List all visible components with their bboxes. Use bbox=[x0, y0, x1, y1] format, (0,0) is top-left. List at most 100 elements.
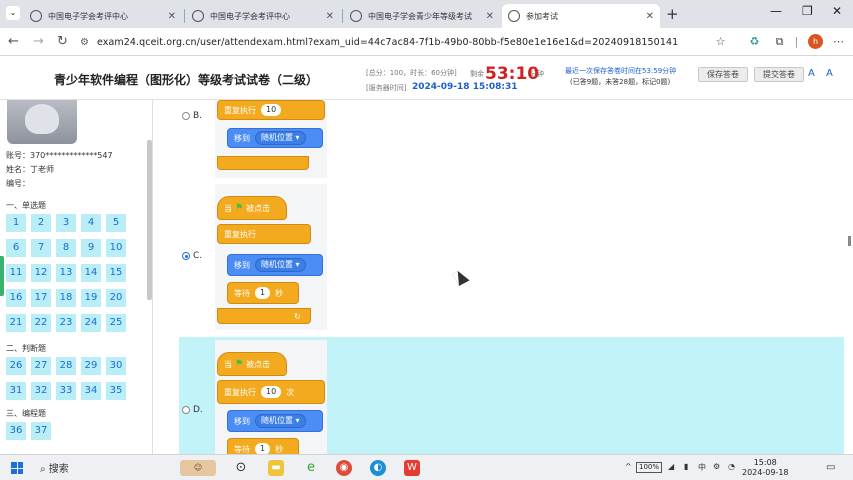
mouse-cursor bbox=[452, 268, 470, 286]
move-to-block: 移到 随机位置 ▾ bbox=[227, 410, 323, 432]
question-nav-button[interactable]: 9 bbox=[81, 239, 101, 257]
edge-icon[interactable]: ◐ bbox=[370, 460, 386, 476]
font-decrease-icon[interactable]: A bbox=[826, 68, 833, 79]
submit-answers-button[interactable]: 提交答卷 bbox=[754, 67, 804, 82]
browser-tab-2[interactable]: 中国电子学会考评中心 ✕ bbox=[186, 4, 340, 28]
page-scrollbar[interactable] bbox=[848, 236, 851, 246]
question-nav-button[interactable]: 32 bbox=[31, 382, 51, 400]
question-nav-button[interactable]: 18 bbox=[56, 289, 76, 307]
window-close-icon[interactable]: ✕ bbox=[832, 4, 842, 18]
question-nav-button[interactable]: 26 bbox=[6, 357, 26, 375]
question-nav-button[interactable]: 17 bbox=[31, 289, 51, 307]
search-lens-icon[interactable]: ⊙ bbox=[233, 460, 249, 476]
option-d-code[interactable]: 当 ⚑ 被点击 重复执行 10 次 移到 随机位置 ▾ 等待 1 秒 bbox=[215, 340, 327, 454]
site-info-icon[interactable]: ⚙ bbox=[80, 37, 89, 48]
question-nav-button[interactable]: 2 bbox=[31, 214, 51, 232]
extension-icon[interactable]: ♻ bbox=[748, 35, 761, 48]
question-nav-button[interactable]: 23 bbox=[56, 314, 76, 332]
more-menu-icon[interactable]: ⋯ bbox=[832, 35, 845, 48]
option-b-code[interactable]: 重复执行 10 移到 随机位置 ▾ bbox=[215, 100, 327, 178]
question-nav-button[interactable]: 24 bbox=[81, 314, 101, 332]
search-icon bbox=[508, 10, 520, 22]
option-b-radio[interactable] bbox=[182, 112, 190, 120]
system-clock[interactable]: 15:08 2024-09-18 bbox=[742, 458, 789, 478]
question-nav-button[interactable]: 5 bbox=[106, 214, 126, 232]
volume-icon[interactable]: ◢ bbox=[668, 462, 674, 471]
question-nav-button[interactable]: 35 bbox=[106, 382, 126, 400]
ie-browser-icon[interactable]: e bbox=[303, 460, 319, 476]
file-explorer-icon[interactable]: ▬ bbox=[268, 460, 284, 476]
question-nav-button[interactable]: 33 bbox=[56, 382, 76, 400]
question-nav-button[interactable]: 36 bbox=[6, 422, 26, 440]
network-icon[interactable]: ◔ bbox=[728, 462, 735, 471]
question-nav-button[interactable]: 1 bbox=[6, 214, 26, 232]
bookmark-star-icon[interactable]: ☆ bbox=[714, 35, 727, 48]
question-nav-button[interactable]: 34 bbox=[81, 382, 101, 400]
browser-tab-3[interactable]: 中国电子学会青少年等级考试 ✕ bbox=[344, 4, 500, 28]
new-tab-icon[interactable]: + bbox=[666, 5, 679, 23]
question-nav-button[interactable]: 13 bbox=[56, 264, 76, 282]
notification-center-icon[interactable]: ▭ bbox=[826, 462, 835, 473]
wps-icon[interactable]: W bbox=[404, 460, 420, 476]
question-nav-button[interactable]: 29 bbox=[81, 357, 101, 375]
question-nav-button[interactable]: 28 bbox=[56, 357, 76, 375]
question-nav-button[interactable]: 31 bbox=[6, 382, 26, 400]
question-nav-button[interactable]: 11 bbox=[6, 264, 26, 282]
browser-tab-1[interactable]: 中国电子学会考评中心 ✕ bbox=[24, 4, 182, 28]
extensions-puzzle-icon[interactable]: ⧉ bbox=[773, 35, 786, 48]
option-d-radio[interactable] bbox=[182, 406, 190, 414]
font-increase-icon[interactable]: A bbox=[808, 68, 815, 79]
sidebar-scrollbar[interactable] bbox=[147, 140, 152, 300]
back-icon[interactable]: ← bbox=[8, 34, 19, 49]
question-nav-button[interactable]: 14 bbox=[81, 264, 101, 282]
question-nav-button[interactable]: 8 bbox=[56, 239, 76, 257]
option-d-label: D. bbox=[193, 405, 203, 415]
reload-icon[interactable]: ↻ bbox=[57, 34, 68, 49]
profile-avatar[interactable]: h bbox=[808, 34, 823, 49]
widgets-icon[interactable]: ☺ bbox=[180, 460, 216, 476]
question-nav-button[interactable]: 20 bbox=[106, 289, 126, 307]
repeat-block-end bbox=[217, 156, 309, 170]
option-c-radio[interactable] bbox=[182, 252, 190, 260]
question-nav-button[interactable]: 19 bbox=[81, 289, 101, 307]
close-icon[interactable]: ✕ bbox=[326, 11, 334, 22]
browser-tab-4-active[interactable]: 参加考试 ✕ bbox=[502, 4, 660, 28]
account-value: 370*************547 bbox=[30, 151, 113, 160]
question-nav-button[interactable]: 12 bbox=[31, 264, 51, 282]
minimize-icon[interactable]: — bbox=[770, 4, 782, 18]
taskbar-search[interactable]: ⌕ 搜索 bbox=[40, 460, 69, 475]
forward-icon[interactable]: → bbox=[33, 34, 44, 49]
question-nav-button[interactable]: 27 bbox=[31, 357, 51, 375]
notification-chevron-icon[interactable]: ^ bbox=[625, 462, 632, 471]
account-row: 账号：370*************547 bbox=[6, 151, 113, 160]
question-nav-button[interactable]: 21 bbox=[6, 314, 26, 332]
question-nav-button[interactable]: 37 bbox=[31, 422, 51, 440]
mic-icon[interactable]: ▮ bbox=[684, 462, 688, 471]
url-field[interactable]: ⚙ exam24.qceit.org.cn/user/attendexam.ht… bbox=[80, 32, 740, 52]
question-nav-button[interactable]: 10 bbox=[106, 239, 126, 257]
option-c-code[interactable]: 当 ⚑ 被点击 重复执行 移到 随机位置 ▾ 等待 1 秒 ↻ bbox=[215, 184, 327, 330]
question-nav-button[interactable]: 7 bbox=[31, 239, 51, 257]
close-icon[interactable]: ✕ bbox=[168, 11, 176, 22]
question-nav-button[interactable]: 15 bbox=[106, 264, 126, 282]
settings-icon[interactable]: ⚙ bbox=[713, 462, 720, 471]
windows-start-icon[interactable] bbox=[11, 462, 23, 474]
save-answers-button[interactable]: 保存答卷 bbox=[698, 67, 748, 82]
ime-indicator[interactable]: 中 bbox=[698, 462, 706, 473]
question-nav-button[interactable]: 6 bbox=[6, 239, 26, 257]
tab-menu-chevron-icon[interactable]: ⌄ bbox=[6, 6, 20, 20]
search-icon bbox=[30, 10, 42, 22]
question-nav-button[interactable]: 22 bbox=[31, 314, 51, 332]
question-nav-button[interactable]: 4 bbox=[81, 214, 101, 232]
side-handle[interactable] bbox=[0, 256, 4, 296]
restore-icon[interactable]: ❐ bbox=[802, 4, 813, 18]
chrome-icon[interactable]: ◉ bbox=[336, 460, 352, 476]
close-icon[interactable]: ✕ bbox=[486, 11, 494, 22]
question-nav-button[interactable]: 30 bbox=[106, 357, 126, 375]
close-icon[interactable]: ✕ bbox=[646, 11, 654, 22]
clock-date: 2024-09-18 bbox=[742, 468, 789, 477]
question-nav-button[interactable]: 16 bbox=[6, 289, 26, 307]
question-nav-button[interactable]: 3 bbox=[56, 214, 76, 232]
question-nav-button[interactable]: 25 bbox=[106, 314, 126, 332]
battery-indicator[interactable]: 100% bbox=[636, 462, 663, 473]
